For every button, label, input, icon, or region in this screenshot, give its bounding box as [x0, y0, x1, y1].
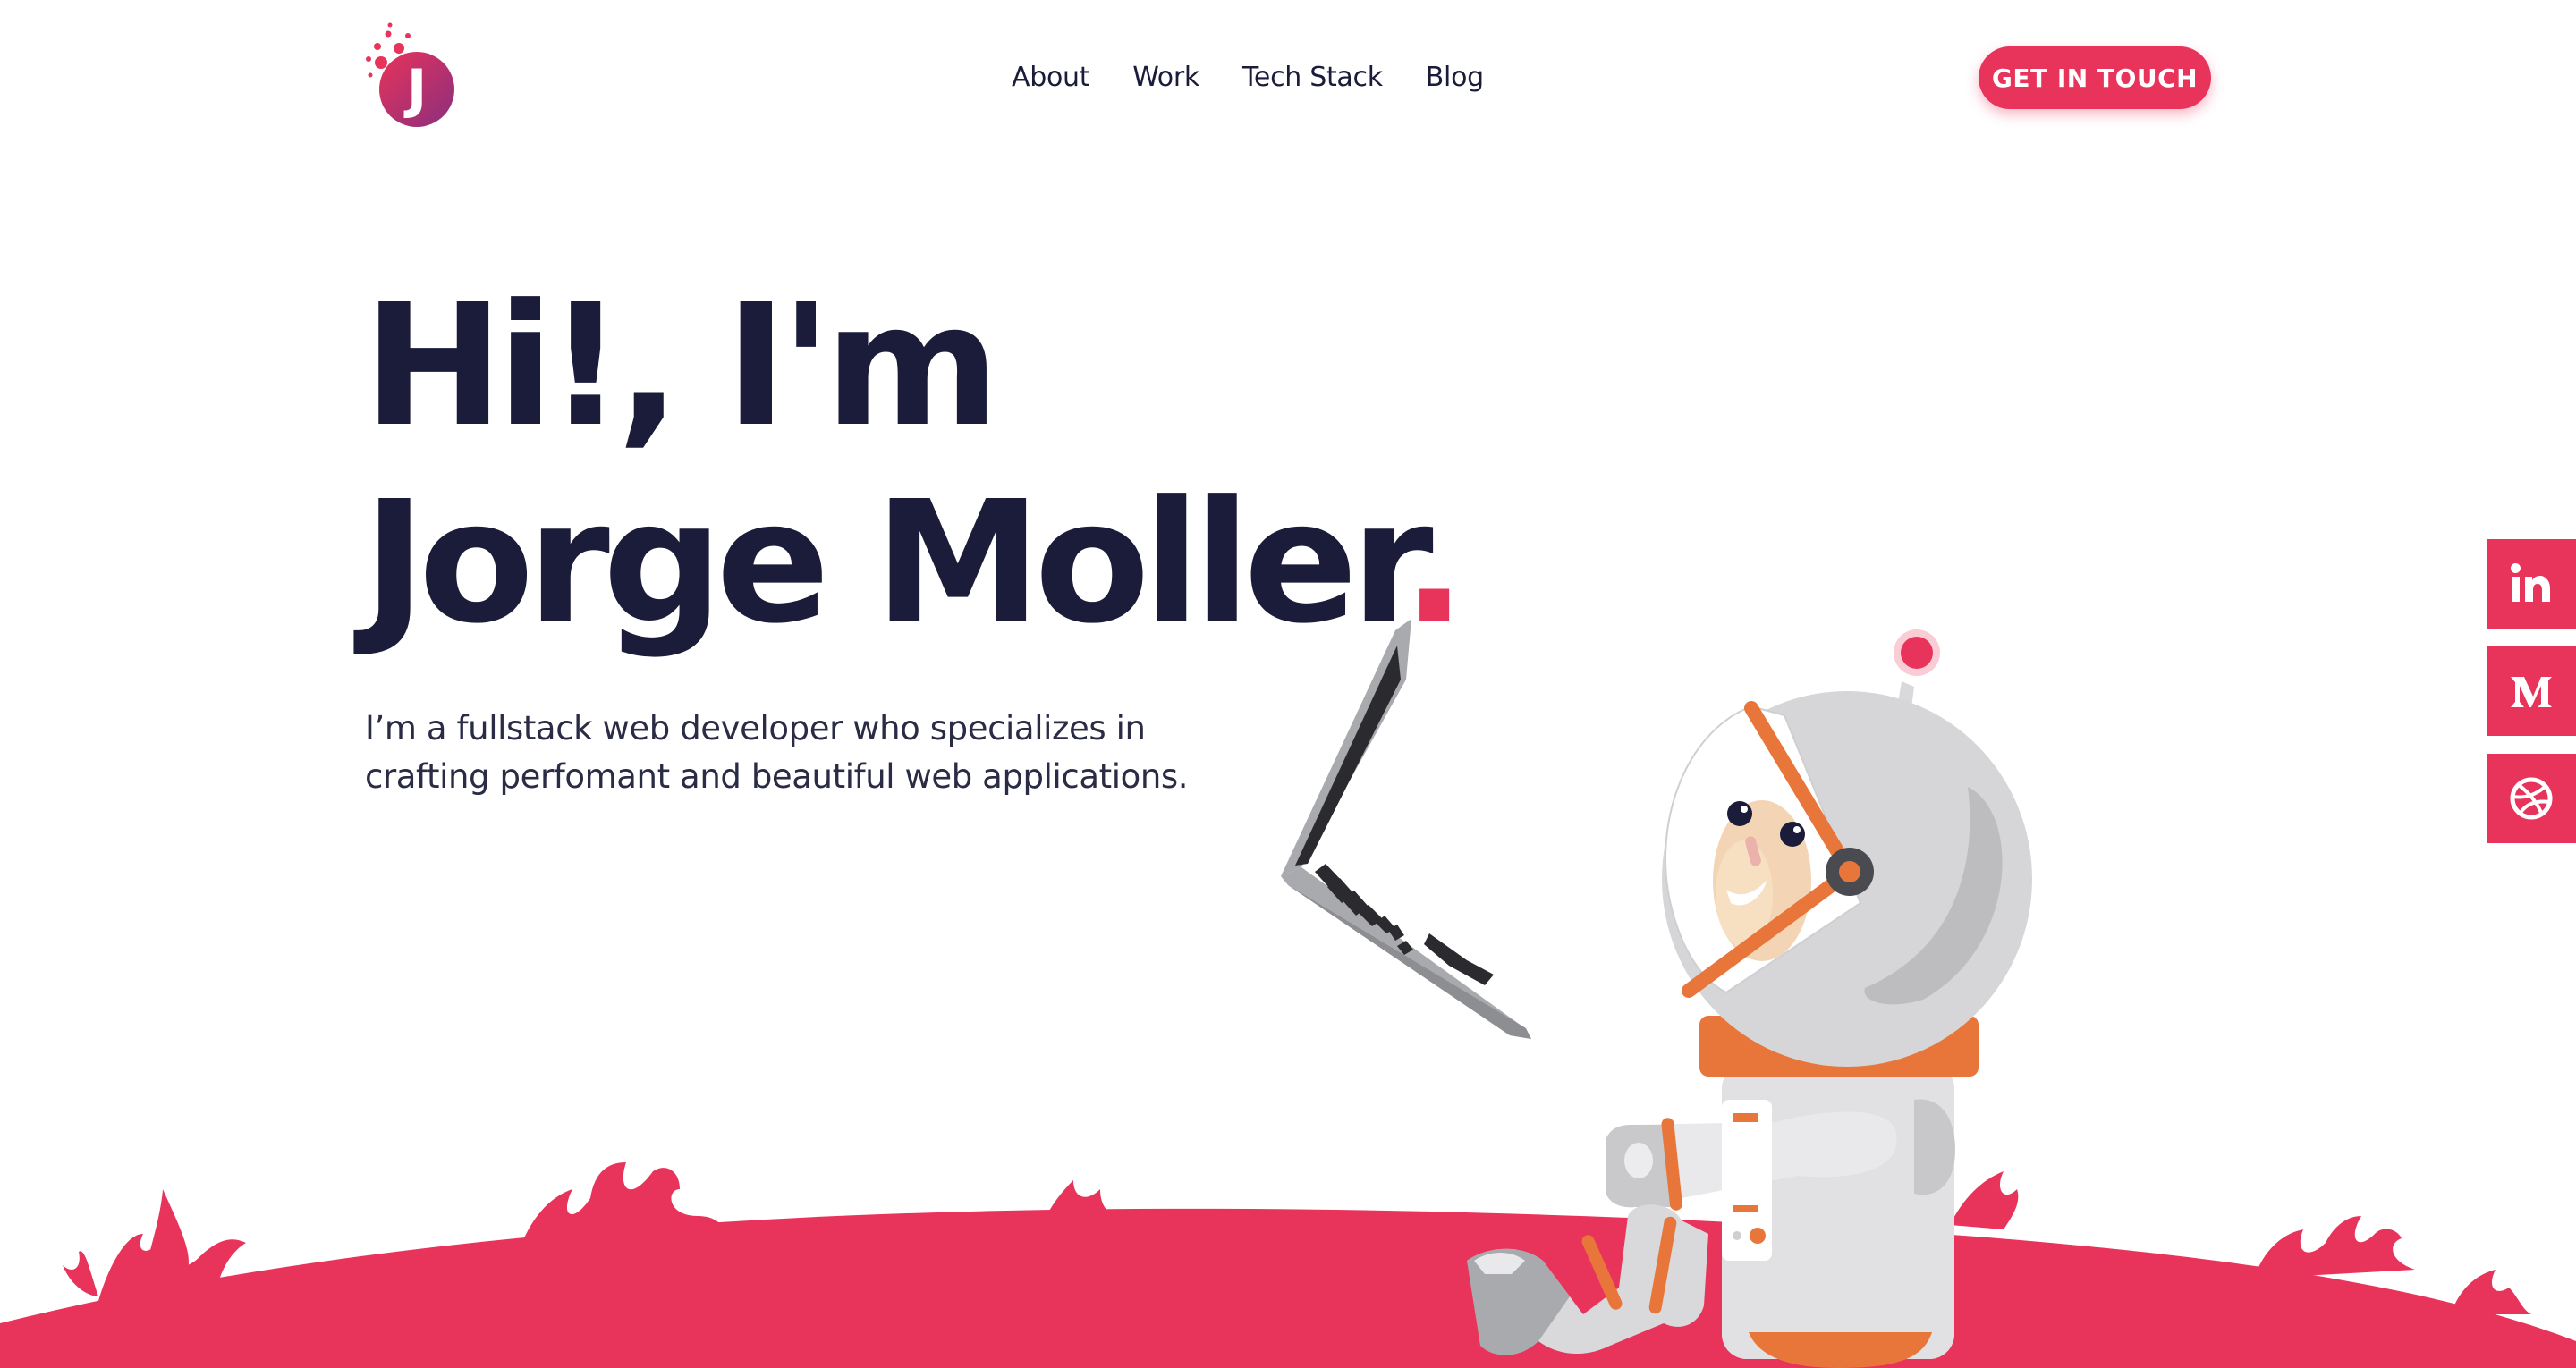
nav-about[interactable]: About [1012, 62, 1090, 93]
medium-link[interactable] [2487, 646, 2576, 736]
ground [0, 1208, 2576, 1368]
astronaut [1467, 629, 2032, 1368]
hero-subtitle: I’m a fullstack web developer who specia… [365, 709, 1189, 796]
nav-work[interactable]: Work [1132, 62, 1199, 93]
grass-tufts [63, 1162, 2531, 1314]
hero-name-dot: . [1402, 465, 1466, 661]
hero-name: Jorge Moller [363, 465, 1410, 661]
main-nav: About Work Tech Stack Blog [1012, 57, 1484, 97]
social-links [2487, 539, 2576, 861]
logo[interactable]: J [361, 21, 462, 131]
hero-name-line: Jorge Moller. [363, 465, 1466, 662]
laptop [1281, 619, 1531, 1039]
dribbble-icon [2510, 777, 2553, 820]
nav-blog[interactable]: Blog [1426, 62, 1484, 93]
medium-icon [2511, 677, 2552, 707]
logo-letter: J [403, 58, 427, 121]
nav-tech-stack[interactable]: Tech Stack [1242, 62, 1383, 93]
get-in-touch-button[interactable]: GET IN TOUCH [1979, 46, 2211, 109]
linkedin-link[interactable] [2487, 539, 2576, 629]
hero-title: Hi!, I'm Jorge Moller. [363, 268, 1466, 662]
astronaut-illustration [0, 619, 2576, 1368]
linkedin-icon [2511, 563, 2550, 602]
dribbble-link[interactable] [2487, 754, 2576, 843]
hero-greeting: Hi!, I'm [363, 268, 1000, 464]
